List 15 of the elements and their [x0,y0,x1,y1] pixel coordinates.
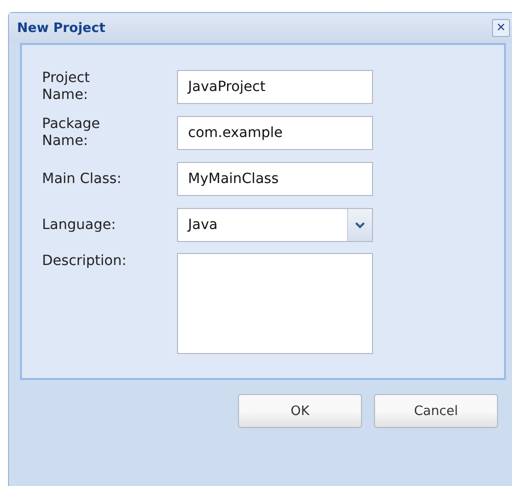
text-field[interactable]: JavaProject [177,70,373,104]
dialog-button[interactable]: OK [238,394,362,428]
dialog-button[interactable]: Cancel [374,394,498,428]
window-title: New Project [17,20,106,36]
description-field[interactable] [177,253,373,354]
field-label: Project Name: [42,70,91,104]
text-field[interactable]: com.example [177,116,373,150]
chevron-down-icon [355,222,365,228]
dropdown-field[interactable]: Java [177,208,373,242]
field-label: Description: [42,253,128,270]
text-field[interactable]: MyMainClass [177,162,373,196]
field-label: Main Class: [42,170,122,188]
field-label: Language: [42,216,117,234]
close-button[interactable]: × [492,19,510,37]
field-label: Package Name: [42,116,102,150]
